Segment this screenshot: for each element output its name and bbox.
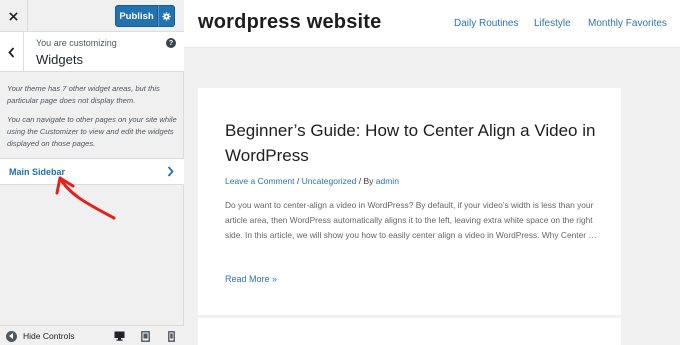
article-title[interactable]: Beginner’s Guide: How to Center Align a … — [225, 118, 605, 168]
nav-link-monthly-favorites[interactable]: Monthly Favorites — [588, 18, 667, 29]
article-card: Beginner’s Guide: How to Center Align a … — [198, 88, 621, 315]
read-more-link[interactable]: Read More » — [225, 274, 277, 284]
nav-link-lifestyle[interactable]: Lifestyle — [534, 18, 571, 29]
meta-by: / By — [358, 176, 376, 186]
desktop-preview-button[interactable] — [113, 330, 125, 342]
category-link[interactable]: Uncategorized — [302, 176, 357, 186]
site-title[interactable]: wordpress website — [198, 11, 381, 34]
next-article-card — [198, 318, 621, 345]
author-link[interactable]: admin — [376, 176, 399, 186]
article-excerpt: Do you want to center-align a video in W… — [225, 200, 597, 241]
hide-controls-button[interactable]: Hide Controls — [6, 330, 75, 342]
collapse-icon — [6, 330, 17, 342]
mobile-preview-button[interactable] — [165, 330, 177, 342]
nav-link-daily-routines[interactable]: Daily Routines — [454, 18, 518, 29]
site-header: wordpress website Daily Routines Lifesty… — [184, 0, 680, 48]
comment-link[interactable]: Leave a Comment — [225, 176, 294, 186]
hide-controls-label: Hide Controls — [23, 331, 75, 341]
customizer-footer: Hide Controls — [0, 325, 184, 345]
tablet-preview-button[interactable] — [139, 330, 151, 342]
article-meta: Leave a Comment / Uncategorized / By adm… — [225, 176, 399, 186]
annotation-arrow-icon — [55, 176, 116, 220]
mobile-icon — [167, 330, 175, 342]
desktop-icon — [114, 331, 124, 341]
tablet-icon — [140, 330, 150, 342]
